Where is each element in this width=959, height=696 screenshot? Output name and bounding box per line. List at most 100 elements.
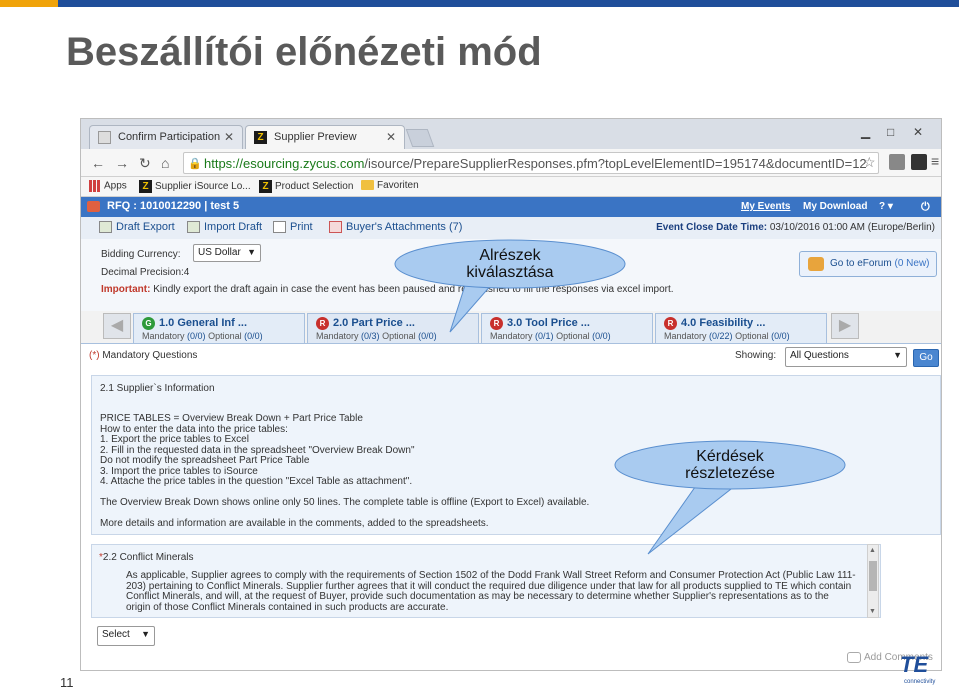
- question-text: As applicable, Supplier agrees to comply…: [126, 570, 856, 613]
- section-counts: Mandatory (0/1) Optional (0/0): [490, 331, 611, 341]
- slide-accent: [0, 0, 58, 7]
- import-icon: [187, 221, 200, 234]
- question-scrollbar[interactable]: ▲ ▼: [867, 544, 879, 618]
- url-input[interactable]: 🔒 https://esourcing.zycus.com/isource/Pr…: [183, 152, 879, 174]
- url-path: /isource/PrepareSupplierResponses.pfm?to…: [364, 156, 867, 171]
- bookmark-apps[interactable]: Apps: [89, 180, 127, 192]
- reload-icon[interactable]: ↻: [139, 155, 151, 172]
- section-tab-part-price[interactable]: R 2.0 Part Price ... Mandatory (0/3) Opti…: [307, 313, 479, 343]
- import-draft-button[interactable]: Import Draft: [187, 221, 262, 234]
- rfq-title: RFQ : 1010012290 | test 5: [107, 200, 240, 212]
- new-tab-button[interactable]: [405, 129, 435, 147]
- question-supplier-information: 2.1 Supplier`s Information PRICE TABLES …: [91, 375, 941, 535]
- zycus-z-icon: Z: [259, 180, 272, 193]
- folder-icon: [361, 180, 374, 191]
- decimal-precision: Decimal Precision:4: [101, 267, 190, 278]
- showing-label: Showing:: [735, 350, 777, 361]
- menu-icon[interactable]: ≡: [931, 153, 939, 169]
- browser-screenshot: Confirm Participation ✕ Z Supplier Previ…: [80, 118, 942, 671]
- home-icon[interactable]: ⌂: [161, 155, 169, 171]
- lock-icon: 🔒: [188, 158, 202, 170]
- zycus-z-icon: Z: [139, 180, 152, 193]
- apps-icon: [89, 180, 101, 192]
- chevron-down-icon: ▼: [247, 247, 256, 257]
- showing-select[interactable]: All Questions ▼: [785, 347, 907, 367]
- section-tabs: ◀ G 1.0 General Inf ... Mandatory (0/0) O…: [81, 311, 941, 343]
- scroll-down-icon[interactable]: ▼: [869, 608, 876, 615]
- bookmark-supplier-isource[interactable]: Z Supplier iSource Lo...: [139, 180, 251, 193]
- rfq-icon: [87, 201, 100, 212]
- draft-export-button[interactable]: Draft Export: [99, 221, 175, 234]
- status-badge: G: [142, 317, 155, 330]
- question-title: 2.1 Supplier`s Information: [100, 383, 215, 394]
- chevron-left-icon[interactable]: ◀: [103, 313, 131, 339]
- star-icon[interactable]: ☆: [863, 154, 876, 171]
- section-tab-general[interactable]: G 1.0 General Inf ... Mandatory (0/0) Opt…: [133, 313, 305, 343]
- section-tab-feasibility[interactable]: R 4.0 Feasibility ... Mandatory (0/22) Op…: [655, 313, 827, 343]
- question-conflict-minerals: *2.2 Conflict Minerals As applicable, Su…: [91, 544, 881, 618]
- event-close-datetime: Event Close Date Time: 03/10/2016 01:00 …: [656, 222, 935, 233]
- page-icon: [98, 131, 111, 144]
- comment-icon: [847, 652, 861, 663]
- currency-select[interactable]: US Dollar ▼: [193, 244, 261, 262]
- important-notice: Important: Kindly export the draft again…: [101, 284, 674, 295]
- chevron-down-icon: ▼: [141, 629, 150, 639]
- tab-supplier-preview[interactable]: Z Supplier Preview ✕: [245, 125, 405, 149]
- go-to-eforum-button[interactable]: Go to eForum (0 New): [799, 251, 937, 277]
- bookmark-product-selection[interactable]: Z Product Selection: [259, 180, 353, 193]
- slide-top-bar: [0, 0, 959, 7]
- question-text: The Overview Break Down shows online onl…: [100, 497, 590, 508]
- section-counts: Mandatory (0/22) Optional (0/0): [664, 331, 790, 341]
- back-icon[interactable]: ←: [91, 155, 105, 171]
- chevron-right-icon[interactable]: ▶: [831, 313, 859, 339]
- question-text: PRICE TABLES = Overview Break Down + Par…: [100, 413, 415, 487]
- scroll-up-icon[interactable]: ▲: [869, 547, 876, 554]
- buyers-attachments-button[interactable]: Buyer's Attachments (7): [329, 221, 462, 234]
- bidding-currency-label: Bidding Currency:: [101, 249, 181, 260]
- export-icon: [99, 221, 112, 234]
- forum-icon: [808, 257, 824, 271]
- my-download-link[interactable]: My Download: [803, 201, 867, 212]
- callout-alreszek-text: Alrészek kiválasztása: [466, 247, 554, 281]
- maximize-icon[interactable]: □: [887, 125, 894, 139]
- browser-tabstrip: Confirm Participation ✕ Z Supplier Previ…: [81, 119, 941, 149]
- rfq-header-bar: RFQ : 1010012290 | test 5 My Events My D…: [81, 197, 941, 217]
- printer-icon: [273, 221, 286, 234]
- extension-icon[interactable]: [889, 154, 905, 170]
- print-button[interactable]: Print: [273, 221, 313, 234]
- close-icon[interactable]: ✕: [224, 130, 234, 144]
- status-badge: R: [664, 317, 677, 330]
- tab-label: Supplier Preview: [274, 131, 357, 143]
- help-link[interactable]: ? ▾: [879, 201, 893, 212]
- section-tab-tool-price[interactable]: R 3.0 Tool Price ... Mandatory (0/1) Opti…: [481, 313, 653, 343]
- zycus-z-icon: Z: [254, 131, 267, 144]
- minimize-icon[interactable]: ▁: [861, 125, 870, 139]
- status-badge: R: [316, 317, 329, 330]
- forward-icon[interactable]: →: [115, 155, 129, 171]
- close-icon[interactable]: ✕: [386, 130, 396, 144]
- tab-confirm-participation[interactable]: Confirm Participation ✕: [89, 125, 243, 149]
- slide-title: Beszállítói előnézeti mód: [66, 30, 542, 74]
- window-close-icon[interactable]: ✕: [913, 125, 923, 139]
- action-toolbar: Draft Export Import Draft Print Buyer's …: [81, 217, 941, 239]
- status-badge: R: [490, 317, 503, 330]
- url-host: https://esourcing.zycus.com: [204, 156, 365, 171]
- tab-label: Confirm Participation: [118, 131, 221, 143]
- attachment-icon: [329, 221, 342, 234]
- go-button[interactable]: Go: [913, 349, 939, 367]
- chevron-down-icon: ▼: [893, 350, 902, 360]
- question-title: *2.2 Conflict Minerals: [99, 552, 194, 563]
- te-connectivity-logo: TE connectivity: [900, 652, 936, 685]
- my-events-link[interactable]: My Events: [741, 201, 790, 212]
- scroll-thumb[interactable]: [869, 561, 877, 591]
- extension-icon[interactable]: [911, 154, 927, 170]
- page-number: 11: [60, 675, 74, 690]
- bookmark-favoriten[interactable]: Favoriten: [361, 180, 419, 191]
- question-text: More details and information are availab…: [100, 518, 489, 529]
- questions-panel: (*) Mandatory Questions Showing: All Que…: [81, 343, 941, 670]
- section-counts: Mandatory (0/3) Optional (0/0): [316, 331, 437, 341]
- answer-select[interactable]: Select ▼: [97, 626, 155, 646]
- address-bar-row: ← → ↻ ⌂ 🔒 https://esourcing.zycus.com/is…: [81, 149, 941, 177]
- bookmarks-bar: Apps Z Supplier iSource Lo... Z Product Se…: [81, 177, 941, 197]
- power-icon[interactable]: ⏻: [921, 201, 930, 214]
